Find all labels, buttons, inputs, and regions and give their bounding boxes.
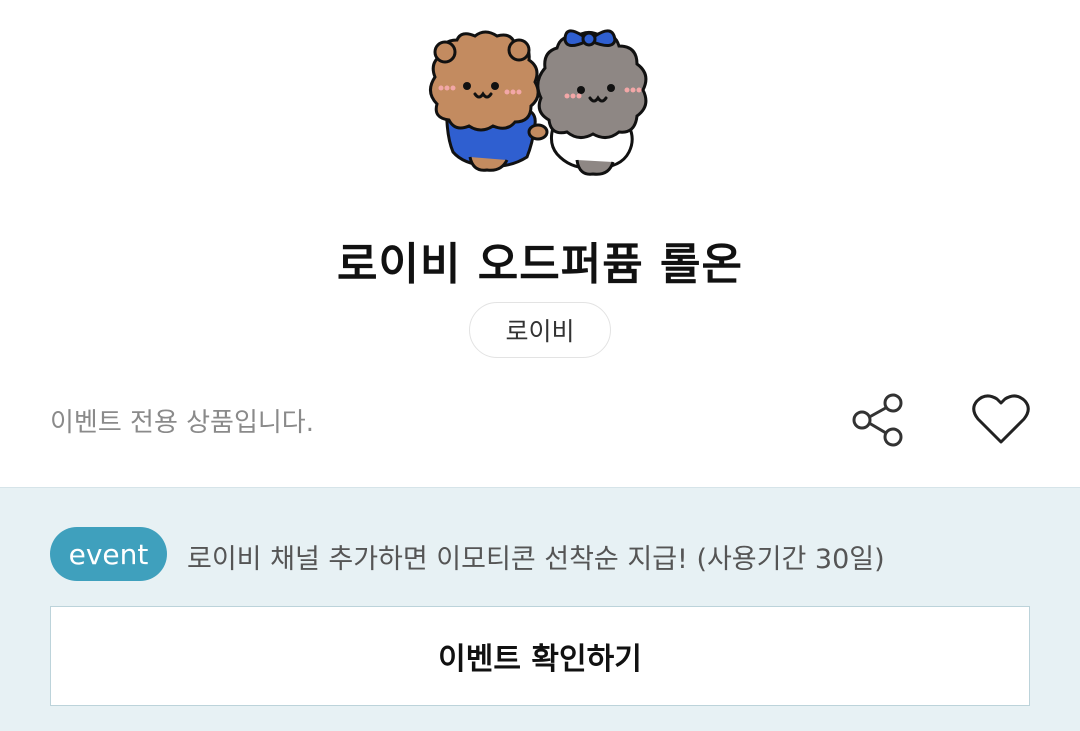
- event-panel: event 로이비 채널 추가하면 이모티콘 선착순 지급! (사용기간 30일…: [0, 487, 1080, 731]
- product-title: 로이비 오드퍼퓸 롤온: [337, 239, 743, 290]
- heart-icon: [972, 394, 1030, 444]
- event-description: 로이비 채널 추가하면 이모티콘 선착순 지급! (사용기간 30일): [187, 544, 885, 575]
- check-event-button[interactable]: 이벤트 확인하기: [50, 606, 1030, 706]
- bear-and-poodle-characters-icon: [429, 29, 648, 176]
- product-character-image: [415, 22, 665, 180]
- product-detail-page: 로이비 오드퍼퓸 롤온 로이비 이벤트 전용 상품입니다. event 로이비 …: [0, 0, 1080, 731]
- like-button[interactable]: [970, 390, 1032, 450]
- author-chip[interactable]: 로이비: [469, 302, 611, 358]
- share-icon: [852, 393, 903, 447]
- share-button[interactable]: [848, 390, 908, 450]
- event-only-notice: 이벤트 전용 상품입니다.: [50, 408, 314, 438]
- event-badge: event: [50, 527, 167, 581]
